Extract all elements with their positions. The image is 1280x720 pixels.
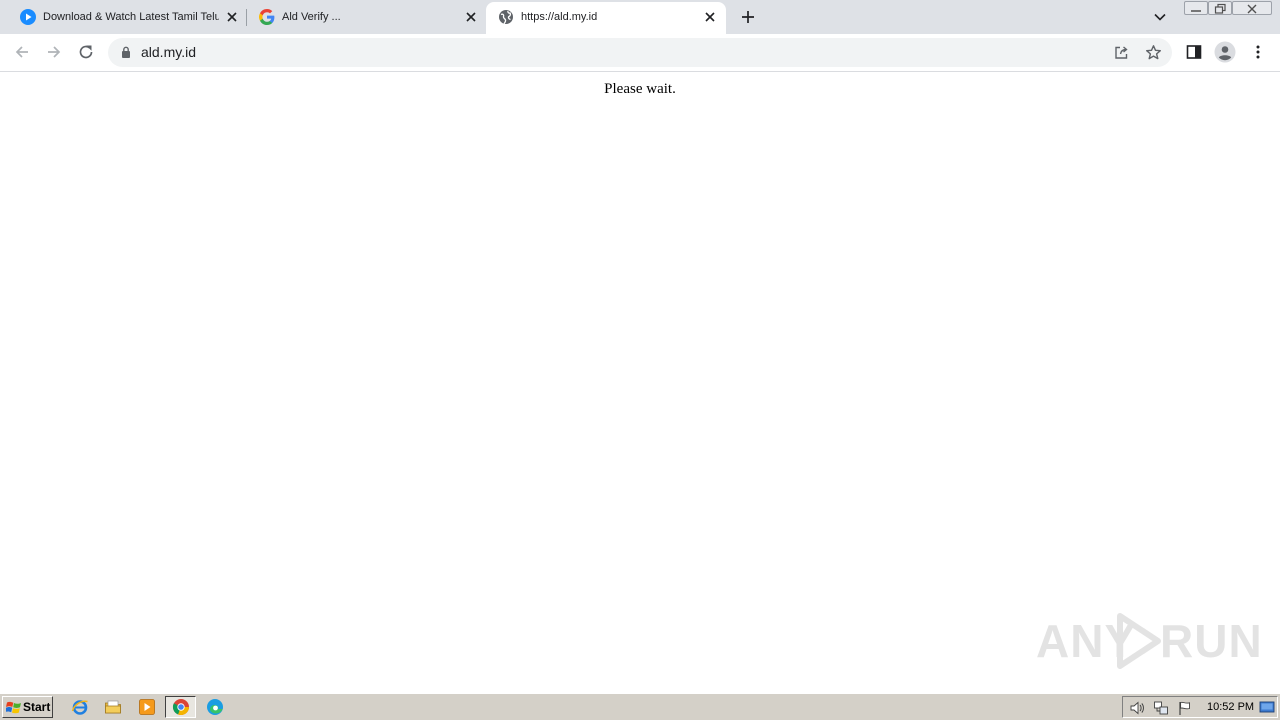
forward-arrow-icon[interactable]	[45, 43, 63, 61]
system-tray: 10:52 PM	[1122, 696, 1278, 718]
address-bar[interactable]	[108, 38, 1172, 67]
restore-button[interactable]	[1208, 1, 1232, 15]
globe-icon	[499, 10, 513, 25]
tab-download-watch[interactable]: Download & Watch Latest Tamil Telugu	[8, 0, 247, 34]
tab-title: Ald Verify ...	[282, 11, 341, 23]
start-label: Start	[23, 700, 51, 714]
kebab-menu-icon[interactable]	[1249, 43, 1267, 61]
play-circle-icon	[20, 9, 36, 25]
close-icon[interactable]	[225, 10, 239, 24]
bookmark-star-icon[interactable]	[1145, 44, 1162, 61]
internet-explorer-icon[interactable]	[71, 698, 89, 716]
tab-title: Download & Watch Latest Tamil Telugu	[43, 11, 219, 23]
side-panel-icon[interactable]	[1185, 43, 1203, 61]
play-logo-icon	[1117, 613, 1161, 669]
profile-avatar-icon[interactable]	[1214, 41, 1236, 63]
reload-icon[interactable]	[77, 43, 95, 61]
file-explorer-icon[interactable]	[104, 698, 122, 716]
share-icon[interactable]	[1113, 44, 1130, 61]
chrome-icon	[172, 699, 190, 716]
taskbar: Start 10:52 PM	[0, 693, 1280, 720]
show-desktop-icon[interactable]	[1259, 700, 1275, 715]
please-wait-message: Please wait.	[604, 81, 676, 97]
minimize-icon	[1191, 10, 1201, 12]
lock-icon[interactable]	[119, 45, 133, 59]
restore-icon	[1214, 3, 1226, 14]
close-icon[interactable]	[464, 10, 478, 24]
media-player-icon[interactable]	[138, 698, 156, 716]
taskbar-clock[interactable]: 10:52 PM	[1207, 701, 1254, 714]
back-arrow-icon[interactable]	[13, 43, 31, 61]
new-tab-plus-icon[interactable]	[740, 9, 756, 25]
tab-ald-verify[interactable]: Ald Verify ...	[247, 0, 486, 34]
taskbar-chrome-button[interactable]	[165, 696, 196, 718]
url-input[interactable]	[141, 44, 1041, 61]
anyrun-watermark: ANY RUN	[1036, 608, 1262, 672]
close-icon[interactable]	[703, 10, 717, 24]
speaker-icon[interactable]	[1129, 700, 1145, 716]
action-center-flag-icon[interactable]	[1177, 700, 1193, 716]
network-icon[interactable]	[1153, 700, 1169, 716]
browser-toolbar	[0, 34, 1280, 72]
start-button[interactable]: Start	[2, 696, 53, 718]
google-g-icon	[259, 9, 275, 25]
chevron-down-icon[interactable]	[1153, 10, 1167, 24]
tab-strip: Download & Watch Latest Tamil Telugu Ald…	[0, 0, 1280, 34]
tab-title: https://ald.my.id	[521, 11, 598, 23]
page-content: Please wait. ANY RUN	[0, 72, 1280, 693]
watermark-text-right: RUN	[1160, 615, 1263, 667]
edge-icon[interactable]	[206, 698, 224, 716]
close-window-button[interactable]	[1232, 1, 1272, 15]
minimize-button[interactable]	[1184, 1, 1208, 15]
windows-logo-icon	[6, 701, 21, 714]
close-window-icon	[1247, 4, 1257, 14]
tab-ald-my-id[interactable]: https://ald.my.id	[486, 2, 726, 34]
